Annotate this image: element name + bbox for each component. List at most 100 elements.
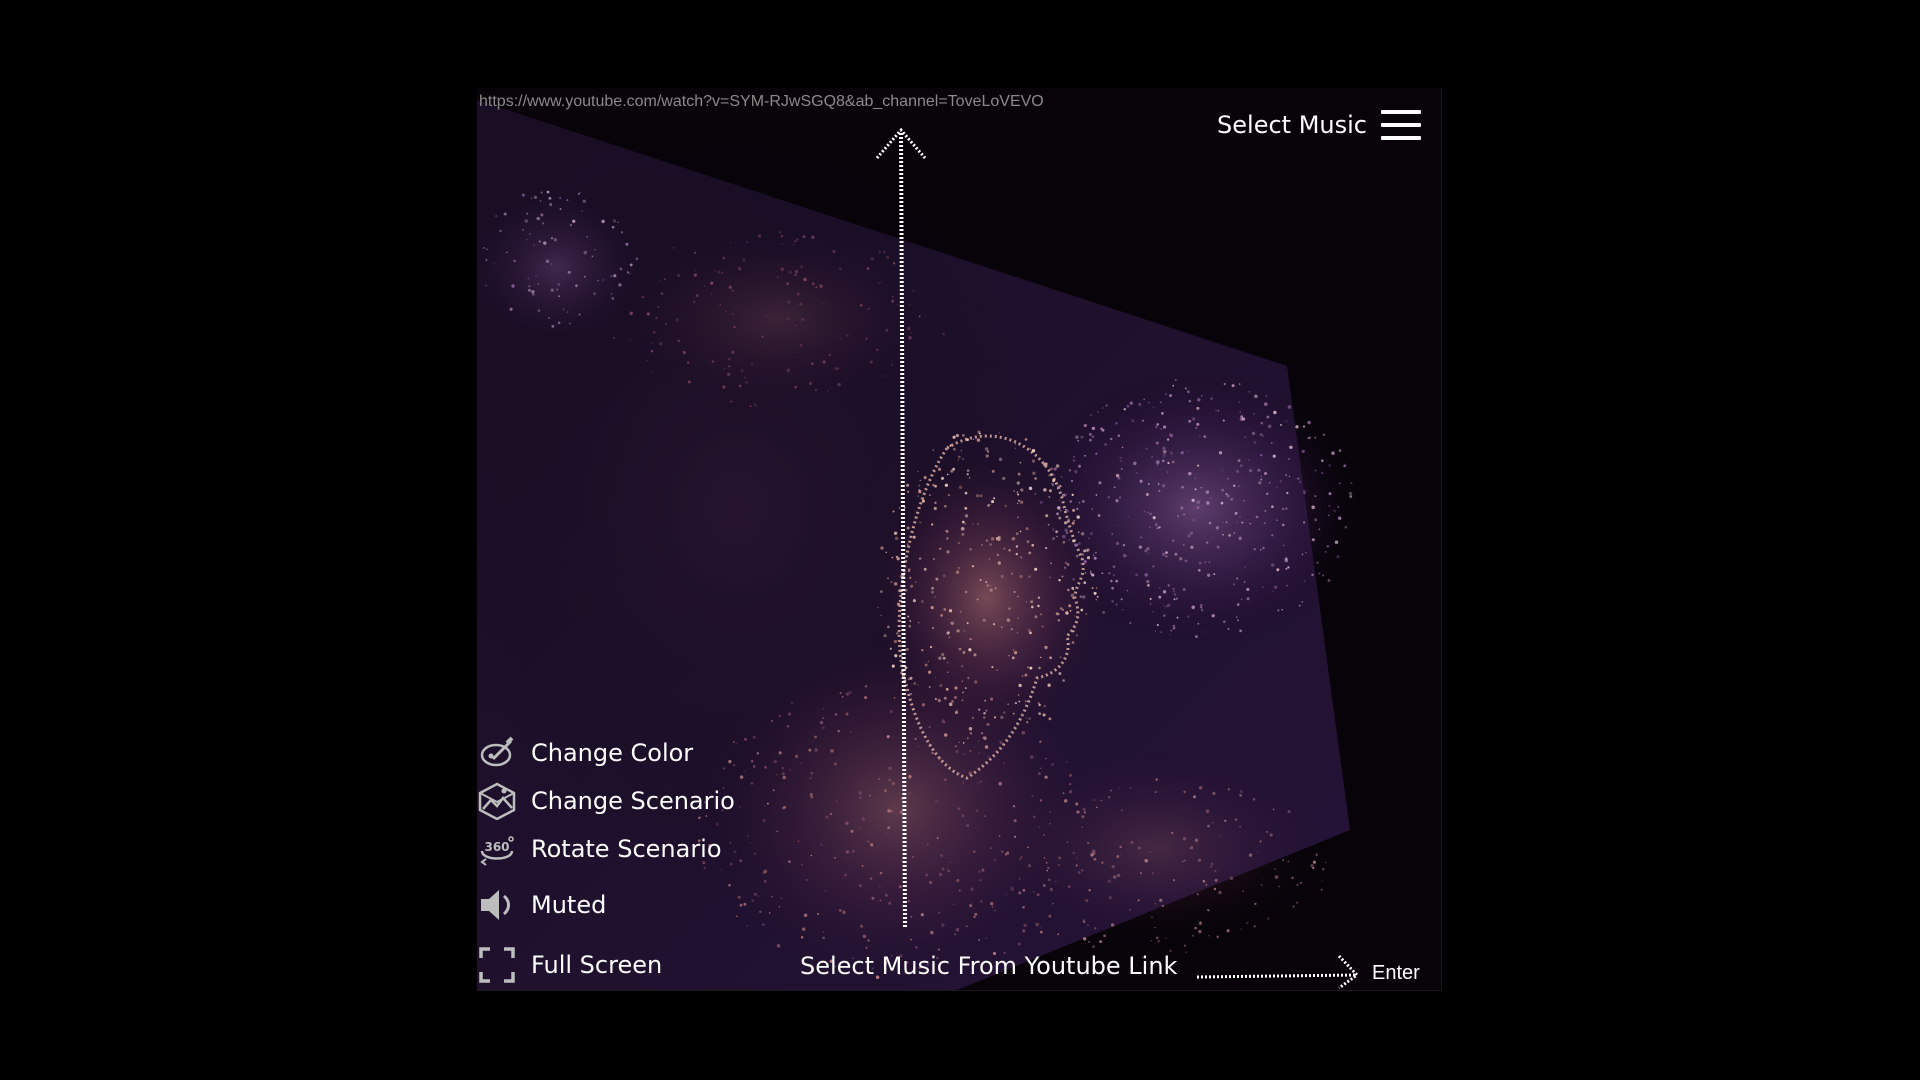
particle-dot: [752, 765, 756, 768]
particle-dot: [746, 241, 748, 244]
change-scenario-button[interactable]: Change Scenario: [477, 781, 735, 821]
particle-dot: [830, 749, 834, 753]
particle-dot: [1083, 560, 1087, 564]
particle-dot: [1199, 603, 1203, 607]
particle-dot: [799, 302, 803, 306]
particle-dot: [1018, 700, 1021, 703]
particle-dot: [1015, 552, 1018, 556]
particle-dot: [1089, 438, 1092, 442]
youtube-url-input[interactable]: [479, 90, 1119, 114]
particle-dot: [1324, 550, 1327, 553]
particle-dot: [1131, 419, 1135, 423]
particle-dot: [910, 692, 913, 695]
particle-dot: [901, 860, 903, 862]
particle-dot: [971, 716, 974, 720]
particle-dot: [522, 228, 524, 231]
select-music-button[interactable]: Select Music: [1217, 110, 1421, 140]
particle-dot: [1031, 543, 1035, 547]
particle-dot: [939, 684, 943, 688]
particle-dot: [1157, 483, 1160, 485]
particle-dot: [887, 577, 889, 580]
particle-dot: [901, 731, 904, 734]
particle-dot: [1202, 631, 1204, 633]
particle-dot: [998, 457, 1003, 462]
hamburger-icon[interactable]: [1381, 110, 1421, 140]
particle-dot: [1028, 717, 1031, 720]
particle-dot: [1200, 608, 1204, 612]
particle-dot: [1017, 595, 1019, 598]
visualizer-stage[interactable]: Select Music Change Color Change Scenari…: [477, 88, 1442, 991]
particle-dot: [986, 450, 990, 453]
particle-dot: [1121, 446, 1124, 449]
particle-dot: [1343, 464, 1347, 468]
particle-dot: [979, 494, 983, 498]
particle-dot: [822, 360, 826, 364]
particle-dot: [932, 483, 935, 487]
particle-dot: [1285, 420, 1288, 423]
particle-dot: [1039, 799, 1042, 802]
particle-dot: [1072, 578, 1075, 581]
particle-dot: [946, 473, 949, 476]
particle-dot: [981, 868, 985, 872]
particle-dot: [1156, 464, 1159, 466]
enter-button[interactable]: Enter: [1372, 962, 1420, 985]
particle-dot: [1047, 866, 1050, 870]
particle-dot: [1161, 459, 1165, 463]
particle-dot: [1056, 512, 1060, 516]
particle-dot: [1184, 387, 1187, 390]
particle-dot: [1301, 601, 1304, 603]
particle-dot: [1234, 818, 1238, 821]
particle-dot: [800, 762, 802, 765]
particle-dot: [985, 454, 989, 458]
particle-dot: [971, 565, 974, 568]
particle-dot: [728, 285, 732, 289]
particle-dot: [1243, 581, 1246, 583]
particle-dot: [1047, 523, 1050, 526]
particle-dot: [1244, 566, 1246, 568]
particle-dot: [1038, 712, 1041, 716]
particle-dot: [1067, 518, 1071, 522]
particle-dot: [869, 360, 873, 364]
particle-dot: [1260, 478, 1263, 481]
particle-dot: [1198, 930, 1202, 934]
particle-dot: [979, 579, 982, 582]
particle-dot: [889, 647, 892, 650]
particle-dot: [920, 600, 924, 603]
mute-toggle[interactable]: Muted: [477, 885, 606, 925]
particle-dot: [889, 709, 893, 714]
particle-dot: [1221, 488, 1225, 492]
particle-dot: [805, 879, 808, 881]
particle-dot: [1112, 565, 1116, 569]
particle-dot: [1034, 493, 1036, 495]
particle-dot: [1322, 574, 1325, 577]
particle-dot: [1316, 561, 1319, 564]
particle-dot: [1166, 471, 1169, 473]
particle-dot: [928, 670, 932, 674]
particle-dot: [1013, 490, 1015, 492]
particle-dot: [1235, 577, 1239, 580]
particle-dot: [959, 610, 962, 613]
particle-dot: [1154, 791, 1157, 794]
particle-dot: [1154, 630, 1157, 632]
particle-dot: [1180, 506, 1184, 510]
particle-dot: [1080, 608, 1084, 612]
particle-dot: [838, 267, 842, 271]
particle-dot: [1117, 525, 1119, 527]
full-screen-button[interactable]: Full Screen: [477, 945, 662, 985]
particle-dot: [1185, 951, 1188, 953]
particle-dot: [1014, 447, 1017, 449]
particle-dot: [694, 269, 697, 272]
particle-dot: [1072, 851, 1075, 855]
particle-dot: [1039, 930, 1043, 934]
particle-dot: [1112, 875, 1117, 879]
particle-dot: [794, 385, 797, 389]
change-color-button[interactable]: Change Color: [477, 733, 693, 773]
particle-dot: [879, 871, 883, 875]
particle-dot: [961, 699, 964, 702]
particle-dot: [761, 335, 764, 338]
particle-dot: [934, 501, 937, 504]
particle-dot: [1069, 790, 1073, 794]
rotate-scenario-button[interactable]: 360 Rotate Scenario: [477, 829, 722, 869]
particle-dot: [1349, 495, 1353, 498]
particle-dot: [1190, 846, 1194, 850]
